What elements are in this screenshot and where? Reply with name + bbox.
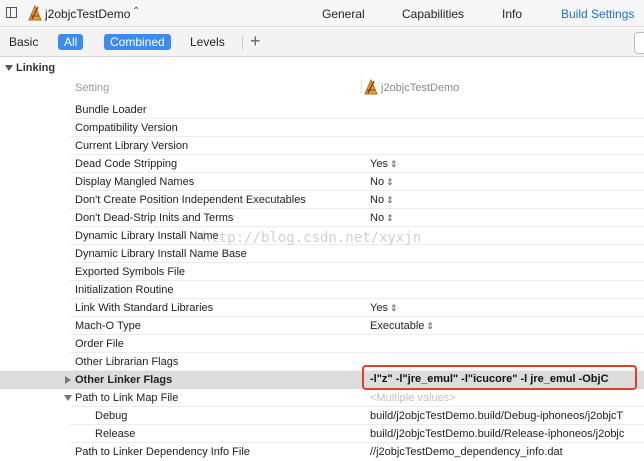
setting-column-header: Setting	[75, 82, 110, 94]
setting-label: Current Library Version	[75, 140, 189, 152]
setting-label: Path to Link Map File	[75, 392, 179, 404]
setting-label: Initialization Routine	[75, 284, 174, 296]
target-column-header: j2objcTestDemo	[381, 82, 460, 94]
project-selector[interactable]: j2objcTestDemo	[45, 7, 130, 21]
build-settings-filter-bar: Basic All Combined Levels +	[0, 28, 644, 57]
disclosure-triangle-icon[interactable]	[64, 395, 72, 401]
setting-value: No	[370, 194, 385, 206]
setting-value-popup[interactable]: Executable ⇕	[370, 320, 434, 332]
filter-all[interactable]: All	[58, 34, 84, 50]
stepper-icon: ⇕	[389, 159, 398, 169]
section-title: Linking	[16, 62, 56, 74]
setting-value: Executable	[370, 320, 425, 332]
setting-row[interactable]: Don't Create Position Independent Execut…	[0, 191, 644, 209]
setting-label: Path to Linker Dependency Info File	[75, 446, 250, 458]
setting-row[interactable]: Exported Symbols File	[0, 263, 644, 281]
filter-basic[interactable]: Basic	[9, 35, 38, 49]
stepper-icon: ⇕	[386, 195, 394, 205]
stepper-icon: ⇕	[386, 213, 394, 223]
disclosure-triangle-icon[interactable]	[5, 65, 13, 71]
divider	[242, 35, 243, 50]
other-linker-flags-value[interactable]: -l"z" -l"jre_emul" -l"icucore" -l jre_em…	[370, 373, 609, 385]
stepper-icon: ⇕	[386, 177, 394, 187]
setting-label: Other Librarian Flags	[75, 356, 179, 368]
xcode-target-icon	[364, 79, 378, 95]
setting-label: Exported Symbols File	[75, 266, 186, 278]
setting-label: Don't Dead-Strip Inits and Terms	[75, 212, 234, 224]
setting-label: Dynamic Library Install Name	[75, 230, 219, 242]
setting-row[interactable]: Dead Code Stripping Yes ⇕	[0, 155, 644, 173]
setting-value[interactable]: build/j2objcTestDemo.build/Debug-iphoneo…	[370, 410, 623, 422]
watermark: http://blog.csdn.net/xyxjn	[202, 230, 422, 246]
setting-row[interactable]: Order File	[0, 335, 644, 353]
setting-label: Don't Create Position Independent Execut…	[75, 194, 306, 206]
setting-value[interactable]: <Multiple values>	[370, 392, 456, 404]
chevron-updown-icon[interactable]: ⌃	[132, 6, 140, 17]
setting-label: Display Mangled Names	[75, 176, 195, 188]
setting-label: Compatibility Version	[75, 122, 178, 134]
setting-label: Debug	[95, 410, 128, 422]
setting-row[interactable]: Bundle Loader	[0, 101, 644, 119]
setting-value-popup[interactable]: No ⇕	[370, 194, 394, 206]
setting-value-popup[interactable]: No ⇕	[370, 176, 394, 188]
setting-row[interactable]: Initialization Routine	[0, 281, 644, 299]
setting-row[interactable]: Path to Linker Dependency Info File //j2o…	[0, 443, 644, 461]
tab-general[interactable]: General	[322, 7, 365, 21]
setting-row[interactable]: Don't Dead-Strip Inits and Terms No ⇕	[0, 209, 644, 227]
setting-value: Yes	[370, 158, 388, 170]
setting-subrow[interactable]: Debug build/j2objcTestDemo.build/Debug-ip…	[0, 407, 644, 425]
setting-row[interactable]: Link With Standard Libraries Yes ⇕	[0, 299, 644, 317]
stepper-icon: ⇕	[389, 303, 398, 313]
setting-label: Mach-O Type	[75, 320, 141, 332]
setting-subrow[interactable]: Release build/j2objcTestDemo.build/Releas…	[0, 425, 644, 443]
stepper-icon: ⇕	[426, 321, 434, 331]
column-divider	[361, 79, 362, 93]
tab-capabilities[interactable]: Capabilities	[402, 7, 464, 21]
setting-row[interactable]: Display Mangled Names No ⇕	[0, 173, 644, 191]
xcode-project-icon	[28, 5, 42, 21]
setting-row[interactable]: Compatibility Version	[0, 119, 644, 137]
setting-value[interactable]: build/j2objcTestDemo.build/Release-iphon…	[370, 428, 624, 440]
setting-value: No	[370, 212, 385, 224]
setting-row[interactable]: Mach-O Type Executable ⇕	[0, 317, 644, 335]
editor-top-bar: j2objcTestDemo ⌃ General Capabilities In…	[0, 0, 644, 27]
setting-label: Dynamic Library Install Name Base	[75, 248, 247, 260]
setting-value: Yes	[370, 302, 388, 314]
setting-label: Release	[95, 428, 136, 440]
tab-build-settings[interactable]: Build Settings	[561, 7, 634, 21]
setting-label: Link With Standard Libraries	[75, 302, 214, 314]
disclosure-triangle-icon[interactable]	[65, 376, 71, 384]
setting-label: Bundle Loader	[75, 104, 147, 116]
section-linking[interactable]: Linking	[0, 60, 644, 78]
setting-value: No	[370, 176, 385, 188]
setting-value[interactable]: //j2objcTestDemo_dependency_info.dat	[370, 446, 563, 458]
setting-label: Order File	[75, 338, 124, 350]
setting-row[interactable]: Path to Link Map File <Multiple values>	[0, 389, 644, 407]
setting-label: Other Linker Flags	[75, 374, 173, 386]
setting-label: Dead Code Stripping	[75, 158, 178, 170]
search-field[interactable]	[634, 32, 644, 54]
setting-value-popup[interactable]: Yes ⇕	[370, 158, 398, 170]
tab-info[interactable]: Info	[502, 7, 522, 21]
setting-value-popup[interactable]: No ⇕	[370, 212, 394, 224]
filter-combined[interactable]: Combined	[104, 34, 171, 50]
setting-row[interactable]: Dynamic Library Install Name Base	[0, 245, 644, 263]
setting-row[interactable]: Current Library Version	[0, 137, 644, 155]
filter-levels[interactable]: Levels	[190, 35, 225, 49]
setting-value-popup[interactable]: Yes ⇕	[370, 302, 398, 314]
sidebar-toggle-icon[interactable]	[6, 7, 17, 18]
add-setting-button[interactable]: +	[250, 31, 261, 52]
